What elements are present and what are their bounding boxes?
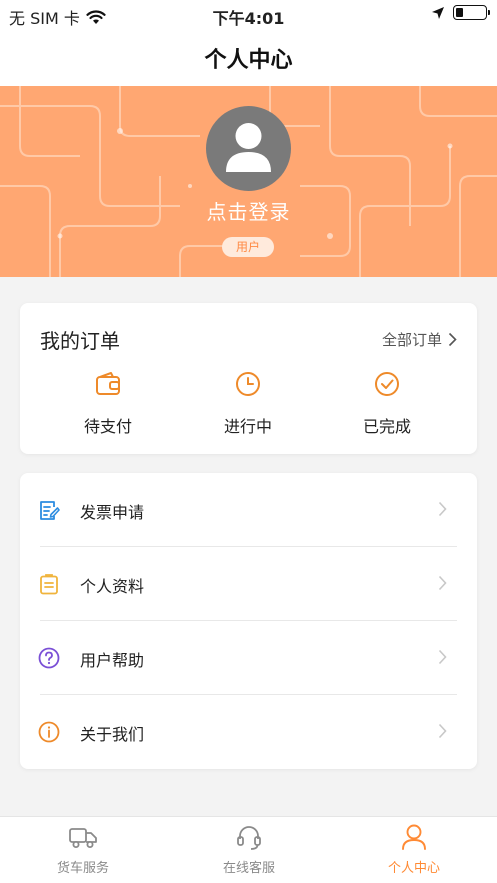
menu-item-about-label: 关于我们 [80,725,145,744]
all-orders-link[interactable]: 全部订单 [382,329,457,350]
chevron-right-icon [438,501,447,517]
orders-card: 我的订单 全部订单 待支付 进行中 已完成 [20,303,477,454]
wallet-icon [96,372,120,395]
chevron-right-icon [448,332,457,347]
battery-level [456,8,463,17]
truck-icon [69,828,97,848]
headset-icon [237,826,261,850]
chevron-right-icon [438,575,447,591]
chevron-right-icon [438,649,447,665]
location-arrow-icon [432,6,444,19]
orders-title: 我的订单 [40,329,120,353]
menu-item-about[interactable]: 关于我们 [20,695,477,769]
all-orders-label: 全部订单 [381,331,442,349]
order-completed-label: 已完成 [362,417,411,436]
profile-header: 点击登录 用户 [0,86,497,277]
menu-card: 发票申请 个人资料 用户帮助 关于我们 [20,473,477,769]
menu-item-help[interactable]: 用户帮助 [20,621,477,695]
clock-icon [236,372,260,396]
order-completed[interactable]: 已完成 [337,369,437,437]
order-pending-payment[interactable]: 待支付 [58,369,158,437]
help-icon [38,647,60,669]
order-in-progress[interactable]: 进行中 [198,369,298,437]
menu-item-invoice[interactable]: 发票申请 [20,473,477,547]
menu-item-profile[interactable]: 个人资料 [20,547,477,621]
role-badge: 用户 [222,237,274,257]
clipboard-icon [40,574,58,595]
tab-truck-service-label: 货车服务 [56,861,109,876]
login-prompt[interactable]: 点击登录 [0,196,497,225]
tab-online-support-label: 在线客服 [222,861,275,876]
invoice-edit-icon [40,501,60,520]
page-title: 个人中心 [204,48,293,73]
info-icon [38,721,60,743]
battery-icon [453,5,490,20]
status-time: 下午4:01 [212,9,285,28]
order-pending-label: 待支付 [83,417,132,436]
chevron-right-icon [438,723,447,739]
tab-personal-center-label: 个人中心 [387,861,440,876]
nav-bar: 个人中心 [0,30,497,86]
menu-item-help-label: 用户帮助 [80,651,145,670]
order-in-progress-label: 进行中 [223,417,272,436]
tab-bar: 货车服务 在线客服 个人中心 [0,816,497,883]
user-avatar-icon [226,123,271,172]
tab-personal-center[interactable]: 个人中心 [354,823,474,876]
menu-item-profile-label: 个人资料 [80,577,145,596]
avatar[interactable] [206,106,291,191]
tab-truck-service[interactable]: 货车服务 [23,823,143,876]
tab-online-support[interactable]: 在线客服 [189,823,309,876]
person-icon [402,824,426,850]
status-bar: 无 SIM 卡 下午4:01 [0,0,497,30]
check-circle-icon [375,372,399,396]
menu-item-invoice-label: 发票申请 [80,503,145,522]
